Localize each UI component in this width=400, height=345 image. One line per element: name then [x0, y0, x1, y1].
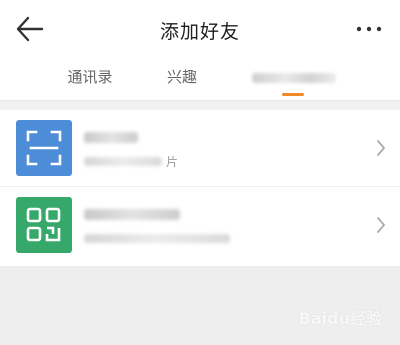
chevron-right-icon	[377, 140, 385, 156]
qr-code-icon	[16, 197, 72, 253]
item-title-blurred	[84, 209, 180, 220]
tab-active-blurred[interactable]	[248, 66, 340, 90]
page-title: 添加好友	[159, 21, 240, 43]
item-subtitle-blurred	[84, 234, 230, 243]
section-gap	[0, 101, 400, 110]
list-item-qr-code[interactable]	[0, 186, 400, 263]
tab-interest[interactable]: 兴趣	[162, 66, 202, 90]
tab-bar: 通讯录 兴趣	[0, 56, 400, 101]
empty-area: Baidu经验	[0, 266, 400, 345]
item-subtitle-tail: 片	[166, 155, 179, 169]
blurred-tab-label	[252, 73, 336, 83]
tab-contacts[interactable]: 通讯录	[60, 66, 120, 90]
more-dots-icon[interactable]	[354, 20, 384, 38]
top-bar: 添加好友	[0, 0, 400, 56]
item-title-blurred	[84, 132, 138, 143]
watermark: Baidu经验	[298, 309, 382, 328]
list-item-scan[interactable]: 片	[0, 110, 400, 186]
chevron-right-icon	[377, 217, 385, 233]
active-tab-indicator	[282, 93, 304, 96]
item-subtitle-blurred	[84, 157, 162, 166]
add-friend-options: 片	[0, 110, 400, 263]
scan-icon	[16, 120, 72, 176]
